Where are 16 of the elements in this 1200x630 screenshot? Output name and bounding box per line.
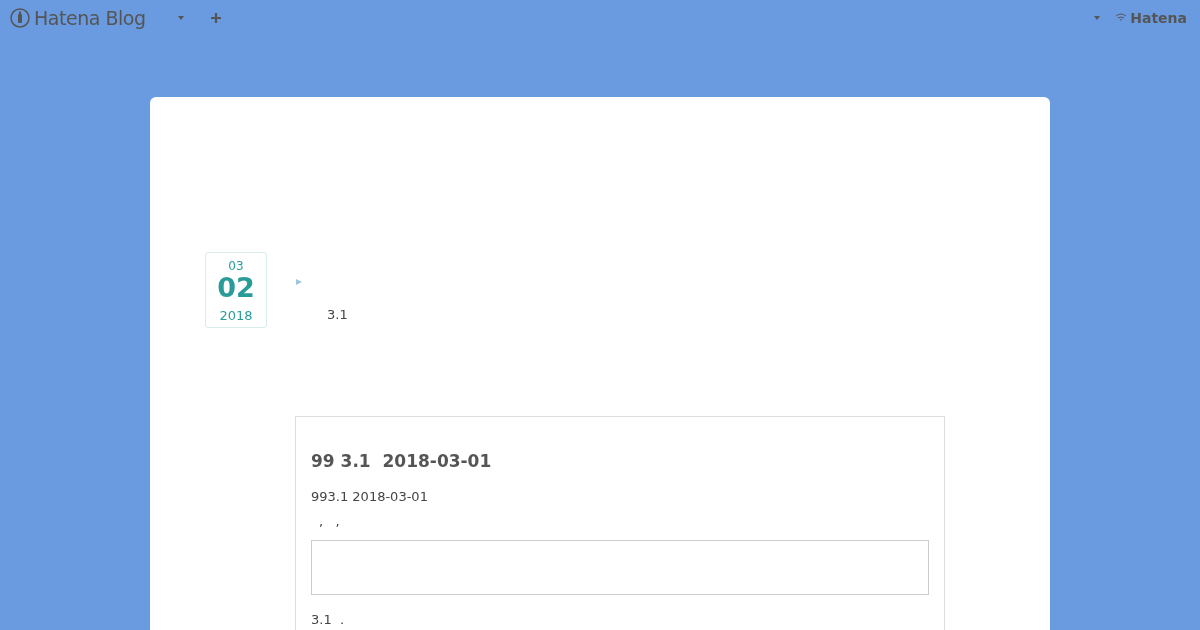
logo[interactable]: Hatena Blog — [34, 3, 146, 33]
wifi-icon — [1115, 13, 1128, 23]
triangle-icon — [296, 279, 302, 285]
category-text: 3.1 — [327, 306, 348, 324]
caret-icon[interactable] — [177, 16, 184, 20]
bottle-icon — [10, 8, 30, 28]
article-title: 99 3.1 2018-03-01 — [311, 450, 493, 473]
body-text: 3.1 . — [311, 610, 346, 629]
plus-icon[interactable] — [210, 13, 221, 23]
brand-link[interactable]: Hatena — [1130, 7, 1187, 29]
caret-icon[interactable] — [1094, 16, 1101, 20]
date-year: 2018 — [219, 307, 253, 325]
article-subtitle: 993.1 2018-03-01 — [311, 487, 429, 506]
date-month: 03 — [228, 259, 244, 273]
date-day: 02 — [217, 273, 255, 303]
punctuation-text: , , — [319, 513, 341, 531]
